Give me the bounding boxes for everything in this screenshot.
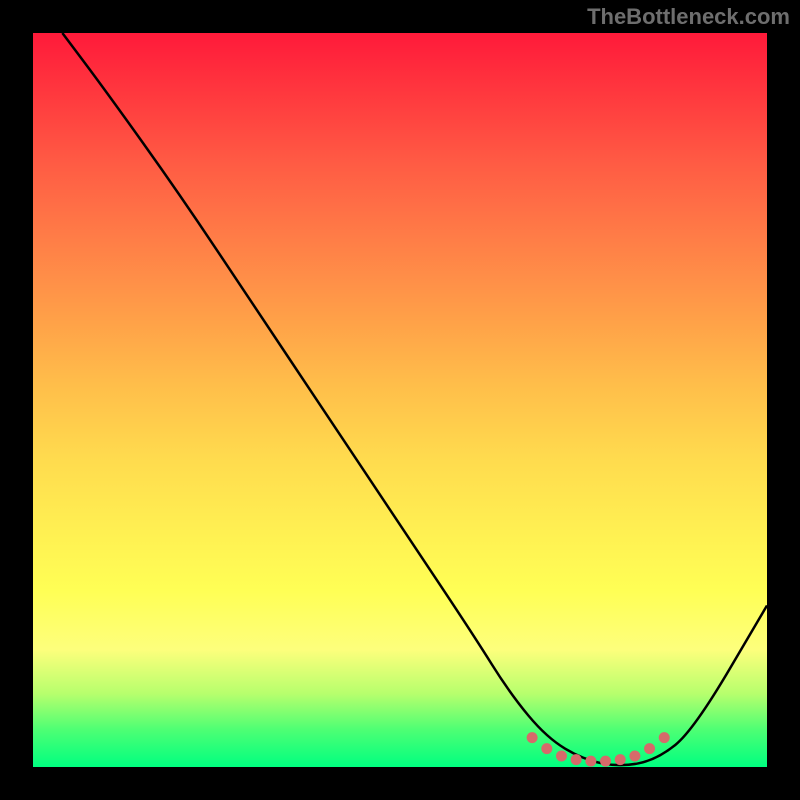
optimal-marker-dot	[527, 732, 538, 743]
bottleneck-curve-path	[62, 33, 767, 765]
watermark-text: TheBottleneck.com	[587, 4, 790, 30]
chart-svg	[33, 33, 767, 767]
optimal-marker-dot	[629, 750, 640, 761]
optimal-marker-dot	[585, 756, 596, 767]
optimal-marker-dot	[615, 754, 626, 765]
optimal-marker-dot	[556, 750, 567, 761]
optimal-marker-dot	[659, 732, 670, 743]
optimal-marker-dot	[644, 743, 655, 754]
optimal-marker-dot	[541, 743, 552, 754]
optimal-marker-dot	[600, 756, 611, 767]
optimal-marker-dot	[571, 754, 582, 765]
